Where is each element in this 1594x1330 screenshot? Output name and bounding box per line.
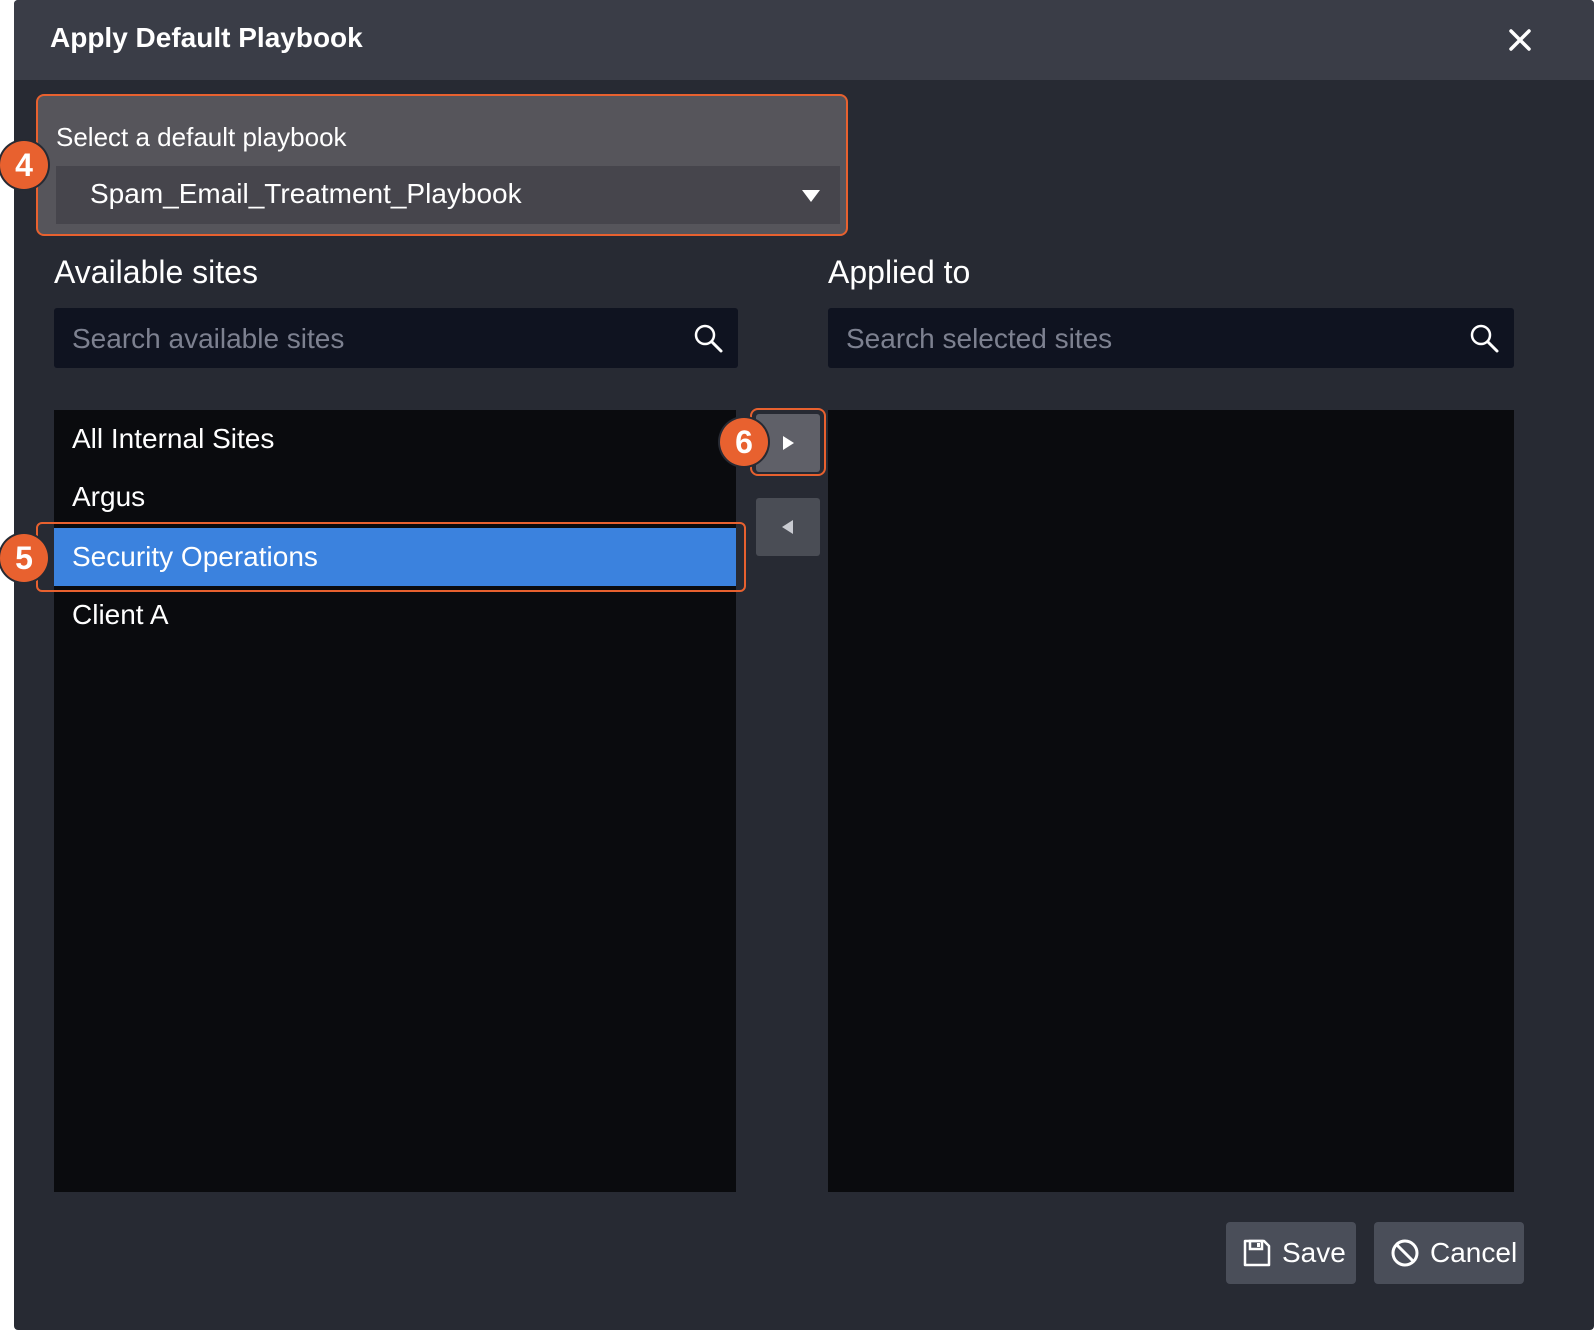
playbook-select-value: Spam_Email_Treatment_Playbook — [90, 178, 522, 209]
playbook-selector-group: Select a default playbook Spam_Email_Tre… — [36, 94, 848, 236]
available-search-input[interactable] — [70, 308, 674, 370]
dialog-title: Apply Default Playbook — [50, 22, 363, 53]
cancel-label: Cancel — [1430, 1237, 1518, 1268]
remove-from-applied-button[interactable] — [756, 498, 820, 556]
search-icon[interactable] — [1468, 322, 1500, 354]
caret-down-icon — [802, 190, 820, 202]
step-badge-6: 6 — [720, 418, 768, 466]
cancel-button[interactable]: Cancel — [1374, 1222, 1524, 1284]
search-icon[interactable] — [692, 322, 724, 354]
applied-to-title: Applied to — [828, 254, 971, 290]
arrow-right-icon — [783, 436, 794, 450]
list-item-selected[interactable]: Security Operations — [54, 528, 736, 586]
list-item[interactable]: Argus — [54, 468, 736, 526]
save-icon — [1243, 1239, 1271, 1267]
available-sites-list[interactable]: All Internal Sites Argus Security Operat… — [54, 410, 736, 1192]
available-search — [54, 308, 738, 370]
step-badge-4: 4 — [0, 141, 48, 189]
close-icon — [1509, 29, 1531, 51]
apply-playbook-dialog: Apply Default Playbook Select a default … — [14, 0, 1594, 1330]
cancel-icon — [1391, 1239, 1419, 1267]
applied-sites-list[interactable] — [828, 410, 1514, 1192]
list-item[interactable]: Client A — [54, 586, 736, 644]
applied-search — [828, 308, 1514, 370]
available-sites-title: Available sites — [54, 254, 258, 290]
close-button[interactable] — [1498, 18, 1542, 62]
playbook-select[interactable]: Spam_Email_Treatment_Playbook — [56, 166, 840, 224]
dialog-titlebar: Apply Default Playbook — [14, 0, 1594, 80]
step-badge-5: 5 — [0, 534, 48, 582]
applied-search-input[interactable] — [844, 308, 1448, 370]
save-label: Save — [1282, 1237, 1346, 1268]
save-button[interactable]: Save — [1226, 1222, 1356, 1284]
arrow-left-icon — [782, 520, 793, 534]
playbook-label: Select a default playbook — [56, 122, 347, 152]
list-item[interactable]: All Internal Sites — [54, 410, 736, 468]
